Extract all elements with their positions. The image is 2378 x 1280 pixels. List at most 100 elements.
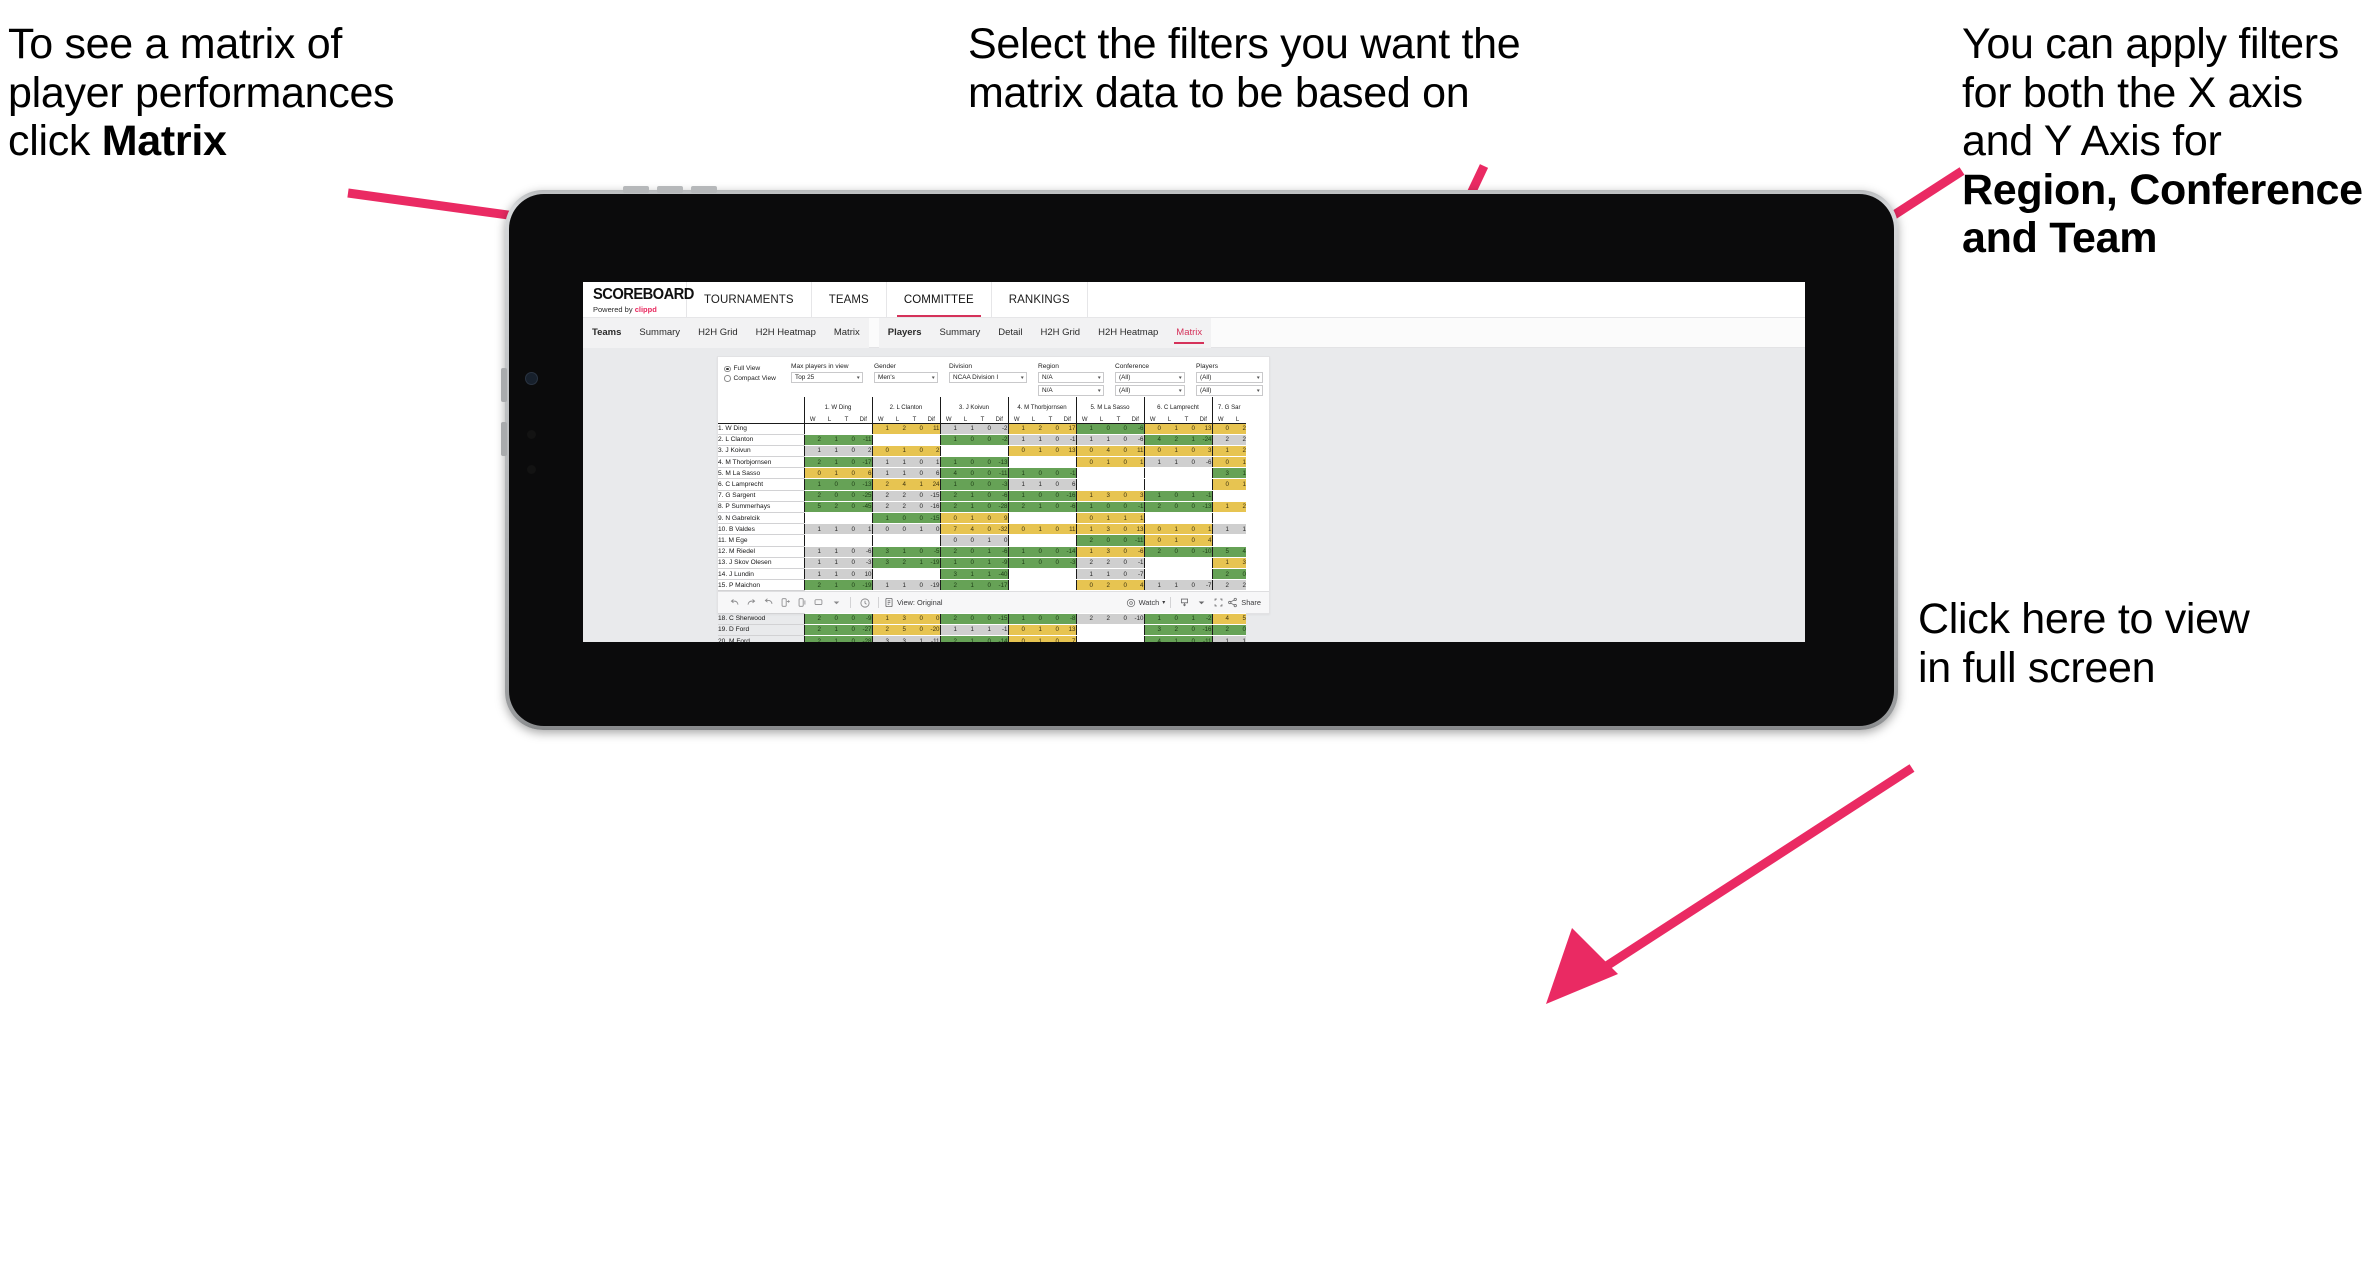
matrix-cell[interactable]: 0 <box>1110 579 1127 592</box>
matrix-cell[interactable]: 2 <box>871 490 889 502</box>
matrix-cell[interactable]: 7 <box>1059 635 1076 642</box>
matrix-cell[interactable]: -1 <box>1195 490 1212 502</box>
matrix-cell[interactable]: 1 <box>1075 423 1093 435</box>
matrix-cell[interactable]: 2 <box>1075 557 1093 569</box>
matrix-cell[interactable]: 3 <box>871 557 889 569</box>
matrix-cell[interactable] <box>838 423 855 435</box>
matrix-cell[interactable]: 1 <box>1178 613 1195 625</box>
matrix-cell[interactable]: 1 <box>1143 456 1161 469</box>
matrix-cell[interactable]: -17 <box>855 456 872 469</box>
matrix-cell[interactable]: 0 <box>1042 523 1059 536</box>
matrix-cell[interactable]: 0 <box>957 557 974 569</box>
matrix-cell[interactable]: 1 <box>1143 613 1161 625</box>
matrix-cell[interactable]: 0 <box>906 579 923 592</box>
matrix-cell[interactable] <box>923 434 940 446</box>
matrix-cell[interactable]: -14 <box>1059 546 1076 558</box>
matrix-cell[interactable]: 0 <box>1007 445 1025 458</box>
matrix-cell[interactable]: 0 <box>1178 534 1195 547</box>
matrix-cell[interactable]: 0 <box>1093 501 1110 514</box>
matrix-cell[interactable]: -19 <box>855 579 872 592</box>
matrix-cell[interactable]: 11 <box>1127 445 1144 458</box>
matrix-cell[interactable] <box>1229 534 1246 547</box>
matrix-cell[interactable]: 0 <box>957 478 974 491</box>
matrix-cell[interactable]: -11 <box>1127 534 1144 547</box>
matrix-cell[interactable]: 0 <box>1042 423 1059 435</box>
matrix-cell[interactable] <box>1110 635 1127 642</box>
matrix-cell[interactable] <box>871 434 889 446</box>
matrix-cell[interactable] <box>1110 624 1127 637</box>
matrix-cell[interactable]: 0 <box>838 467 855 480</box>
matrix-cell[interactable]: 0 <box>906 423 923 435</box>
matrix-cell[interactable]: 1 <box>821 635 838 642</box>
matrix-cell[interactable]: 24 <box>923 478 940 491</box>
matrix-cell[interactable]: 0 <box>1007 635 1025 642</box>
matrix-cell[interactable] <box>1007 512 1025 525</box>
matrix-cell[interactable]: 4 <box>1093 445 1110 458</box>
matrix-cell[interactable]: -6 <box>991 546 1008 558</box>
matrix-cell[interactable]: 0 <box>974 523 991 536</box>
matrix-cell[interactable]: 1 <box>1007 490 1025 502</box>
matrix-row[interactable]: 5. M La Sasso 0 1 0 6 1 1 0 6 4 0 0 -11 1 0 0 -1 3 1 <box>718 467 1246 480</box>
matrix-cell[interactable] <box>1195 568 1212 581</box>
matrix-cell[interactable]: 0 <box>838 501 855 514</box>
fullscreen-icon[interactable] <box>1210 592 1227 614</box>
watch-button[interactable]: Watch ▾ <box>1126 598 1165 608</box>
tablet-side-button-2[interactable] <box>501 422 507 456</box>
matrix-cell[interactable]: 2 <box>1211 624 1229 637</box>
matrix-cell[interactable] <box>1042 456 1059 469</box>
matrix-cell[interactable]: 1 <box>871 423 889 435</box>
matrix-cell[interactable] <box>838 512 855 525</box>
matrix-cell[interactable] <box>1059 512 1076 525</box>
matrix-row[interactable]: 18. C Sherwood 2 0 0 -9 1 3 0 0 2 0 0 -15 1 0 0 -8 2 2 0 -10… <box>718 613 1246 625</box>
matrix-row[interactable]: 3. J Koivun 1 1 0 2 0 1 0 2 0 1 0 13 0 4 0 11 0 1 0 3 1 2 <box>718 445 1246 458</box>
matrix-cell[interactable]: 4 <box>1211 613 1229 625</box>
matrix-cell[interactable]: 0 <box>1178 523 1195 536</box>
matrix-cell[interactable]: 1 <box>889 579 906 592</box>
matrix-cell[interactable]: 1 <box>957 624 974 637</box>
matrix-cell[interactable]: 1 <box>906 523 923 536</box>
matrix-cell[interactable] <box>1075 467 1093 480</box>
matrix-cell[interactable]: 0 <box>838 568 855 581</box>
matrix-cell[interactable]: 0 <box>1161 490 1178 502</box>
matrix-cell[interactable]: 0 <box>1075 456 1093 469</box>
matrix-cell[interactable]: 0 <box>1110 445 1127 458</box>
matrix-cell[interactable]: 13 <box>1059 445 1076 458</box>
topnav-item-rankings[interactable]: RANKINGS <box>992 282 1088 317</box>
matrix-cell[interactable] <box>1007 579 1025 592</box>
matrix-cell[interactable]: 3 <box>939 568 957 581</box>
matrix-cell[interactable]: 0 <box>1161 613 1178 625</box>
matrix-cell[interactable]: 11 <box>923 423 940 435</box>
matrix-cell[interactable]: 0 <box>838 546 855 558</box>
matrix-cell[interactable]: 1 <box>1007 613 1025 625</box>
matrix-cell[interactable] <box>1059 579 1076 592</box>
matrix-cell[interactable]: 0 <box>939 534 957 547</box>
matrix-cell[interactable]: 3 <box>871 546 889 558</box>
matrix-cell[interactable]: 2 <box>803 624 821 637</box>
matrix-cell[interactable]: -1 <box>1059 467 1076 480</box>
matrix-cell[interactable]: 0 <box>838 624 855 637</box>
matrix-cell[interactable] <box>1025 579 1042 592</box>
matrix-cell[interactable]: 0 <box>821 478 838 491</box>
matrix-cell[interactable]: 0 <box>974 434 991 446</box>
matrix-cell[interactable]: 0 <box>1178 423 1195 435</box>
tablet-side-button-1[interactable] <box>501 368 507 402</box>
filter-conference-select-x[interactable]: (All) ▾ <box>1115 372 1185 383</box>
matrix-cell[interactable]: 1 <box>923 456 940 469</box>
matrix-row[interactable]: 11. M Ege 0 0 1 0 2 0 0 -11 0 1 0 4 <box>718 534 1246 547</box>
filter-division-select[interactable]: NCAA Division I ▾ <box>949 372 1027 383</box>
matrix-cell[interactable] <box>1042 512 1059 525</box>
matrix-cell[interactable]: -1 <box>1127 501 1144 514</box>
matrix-cell[interactable]: -6 <box>1127 546 1144 558</box>
matrix-cell[interactable]: -16 <box>923 501 940 514</box>
matrix-cell[interactable]: 0 <box>1042 557 1059 569</box>
matrix-cell[interactable]: 0 <box>1161 546 1178 558</box>
matrix-cell[interactable]: 0 <box>906 456 923 469</box>
matrix-cell[interactable]: 2 <box>889 490 906 502</box>
matrix-cell[interactable]: 2 <box>889 501 906 514</box>
matrix-cell[interactable]: 0 <box>906 613 923 625</box>
matrix-cell[interactable]: 4 <box>1127 579 1144 592</box>
matrix-row[interactable]: 2. L Clanton 2 1 0 -11 1 0 0 -2 1 1 0 -1 1 1 0 -6 4 2 1 -24 2… <box>718 434 1246 446</box>
matrix-cell[interactable]: -3 <box>991 478 1008 491</box>
matrix-cell[interactable] <box>939 445 957 458</box>
matrix-cell[interactable]: -1 <box>1059 434 1076 446</box>
